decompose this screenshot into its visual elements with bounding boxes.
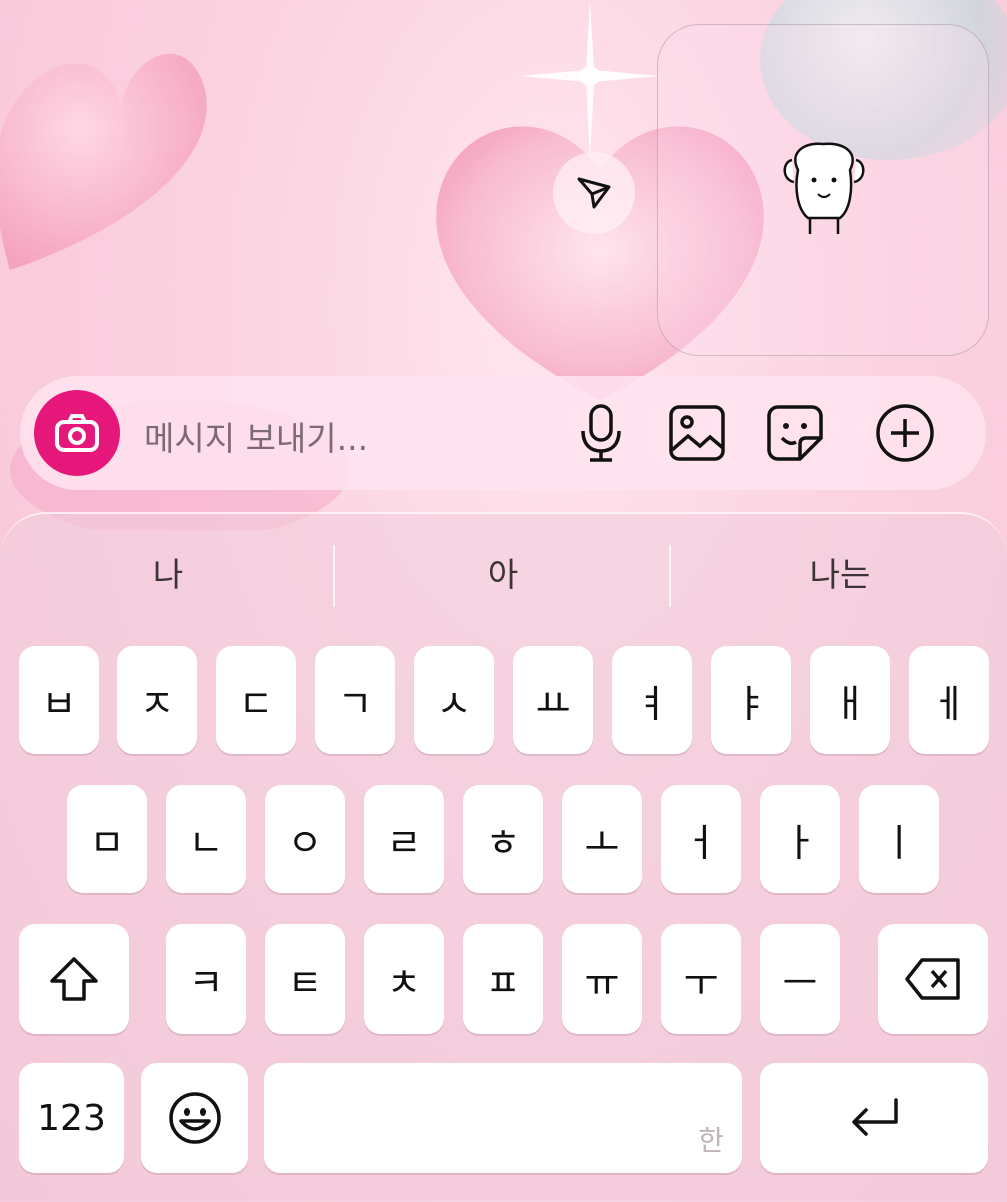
- message-bar: 메시지 보내기...: [20, 376, 986, 490]
- suggestion-divider: [669, 545, 671, 607]
- add-button[interactable]: [870, 398, 940, 468]
- microphone-button[interactable]: [566, 398, 636, 468]
- return-key[interactable]: [760, 1063, 988, 1173]
- suggestion-item[interactable]: 나: [68, 548, 268, 596]
- gallery-icon: [669, 405, 725, 461]
- shift-icon: [50, 957, 98, 1001]
- send-button[interactable]: [553, 152, 635, 234]
- sticker-icon: [767, 405, 823, 461]
- key[interactable]: ㅋ: [166, 924, 246, 1034]
- return-icon: [852, 1098, 898, 1136]
- camera-icon: [55, 414, 99, 452]
- key[interactable]: ㅏ: [760, 785, 840, 893]
- message-input[interactable]: 메시지 보내기...: [144, 412, 368, 460]
- camera-button[interactable]: [34, 390, 120, 476]
- add-icon: [876, 404, 934, 462]
- key[interactable]: ㅌ: [265, 924, 345, 1034]
- suggestion-item[interactable]: 아: [403, 548, 603, 596]
- backspace-key[interactable]: [878, 924, 988, 1034]
- key[interactable]: ㅕ: [612, 646, 692, 754]
- emoji-icon: [168, 1092, 221, 1144]
- key[interactable]: ㅜ: [661, 924, 741, 1034]
- numbers-key[interactable]: 123: [19, 1063, 124, 1173]
- gallery-button[interactable]: [662, 398, 732, 468]
- key[interactable]: ㄱ: [315, 646, 395, 754]
- key[interactable]: ㄴ: [166, 785, 246, 893]
- space-key[interactable]: 한: [264, 1063, 742, 1173]
- backspace-icon: [905, 958, 960, 1000]
- key[interactable]: ㅣ: [859, 785, 939, 893]
- key[interactable]: ㅛ: [513, 646, 593, 754]
- dog-sticker-icon[interactable]: [778, 140, 868, 240]
- send-icon: [577, 177, 611, 209]
- suggestion-item[interactable]: 나는: [740, 548, 940, 596]
- key[interactable]: ㅗ: [562, 785, 642, 893]
- key[interactable]: ㅠ: [562, 924, 642, 1034]
- key[interactable]: ㅂ: [19, 646, 99, 754]
- key[interactable]: ㅡ: [760, 924, 840, 1034]
- key[interactable]: ㅔ: [909, 646, 989, 754]
- key[interactable]: ㅈ: [117, 646, 197, 754]
- key[interactable]: ㅎ: [463, 785, 543, 893]
- sparkle-decoration: [520, 0, 660, 160]
- key[interactable]: ㅇ: [265, 785, 345, 893]
- shift-key[interactable]: [19, 924, 129, 1034]
- key[interactable]: ㅓ: [661, 785, 741, 893]
- emoji-key[interactable]: [141, 1063, 248, 1173]
- key[interactable]: ㅍ: [463, 924, 543, 1034]
- key[interactable]: ㄹ: [364, 785, 444, 893]
- key[interactable]: ㅊ: [364, 924, 444, 1034]
- background-heart-left: [0, 53, 207, 270]
- key[interactable]: ㅅ: [414, 646, 494, 754]
- key[interactable]: ㅑ: [711, 646, 791, 754]
- microphone-icon: [581, 404, 621, 462]
- space-language-hint: 한: [698, 1124, 724, 1157]
- key[interactable]: ㄷ: [216, 646, 296, 754]
- key[interactable]: ㅐ: [810, 646, 890, 754]
- sticker-button[interactable]: [760, 398, 830, 468]
- key[interactable]: ㅁ: [67, 785, 147, 893]
- suggestion-divider: [333, 545, 335, 607]
